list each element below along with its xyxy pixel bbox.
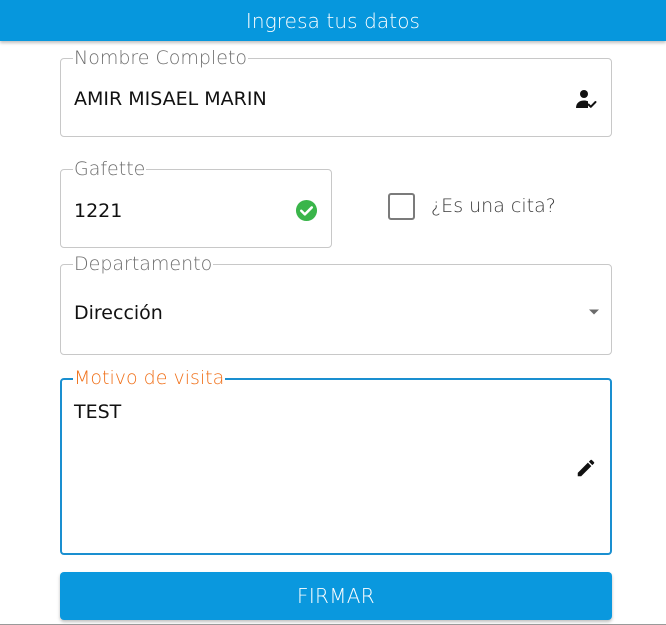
dropdown-arrow-icon[interactable] (588, 308, 600, 316)
departamento-label: Departamento (73, 252, 214, 276)
cita-checkbox-group[interactable]: ¿Es una cita? (388, 190, 556, 222)
check-circle-icon (295, 199, 318, 222)
motivo-visita-value: TEST (74, 401, 122, 423)
nombre-completo-label: Nombre Completo (73, 46, 249, 70)
motivo-visita-label: Motivo de visita (73, 366, 226, 390)
departamento-selected-value: Dirección (74, 302, 163, 324)
visitor-form-page: Ingresa tus datos Nombre Completo AMIR M… (0, 0, 666, 625)
firmar-button[interactable]: FIRMAR (60, 572, 612, 620)
gafette-value: 1221 (74, 200, 123, 222)
header-title: Ingresa tus datos (245, 8, 421, 33)
app-header: Ingresa tus datos (0, 0, 666, 41)
departamento-select[interactable]: Departamento Dirección (60, 252, 612, 355)
nombre-completo-value: AMIR MISAEL MARIN (74, 88, 267, 110)
motivo-visita-textarea[interactable]: Motivo de visita TEST (60, 366, 612, 555)
nombre-completo-field[interactable]: Nombre Completo AMIR MISAEL MARIN (60, 46, 612, 137)
cita-checkbox-label: ¿Es una cita? (431, 195, 556, 217)
pencil-icon (577, 459, 595, 477)
gafette-field[interactable]: Gafette 1221 (60, 157, 332, 248)
gafette-label: Gafette (73, 157, 147, 181)
firmar-button-label: FIRMAR (297, 584, 375, 608)
cita-checkbox[interactable] (388, 192, 415, 220)
person-check-icon (576, 90, 597, 108)
